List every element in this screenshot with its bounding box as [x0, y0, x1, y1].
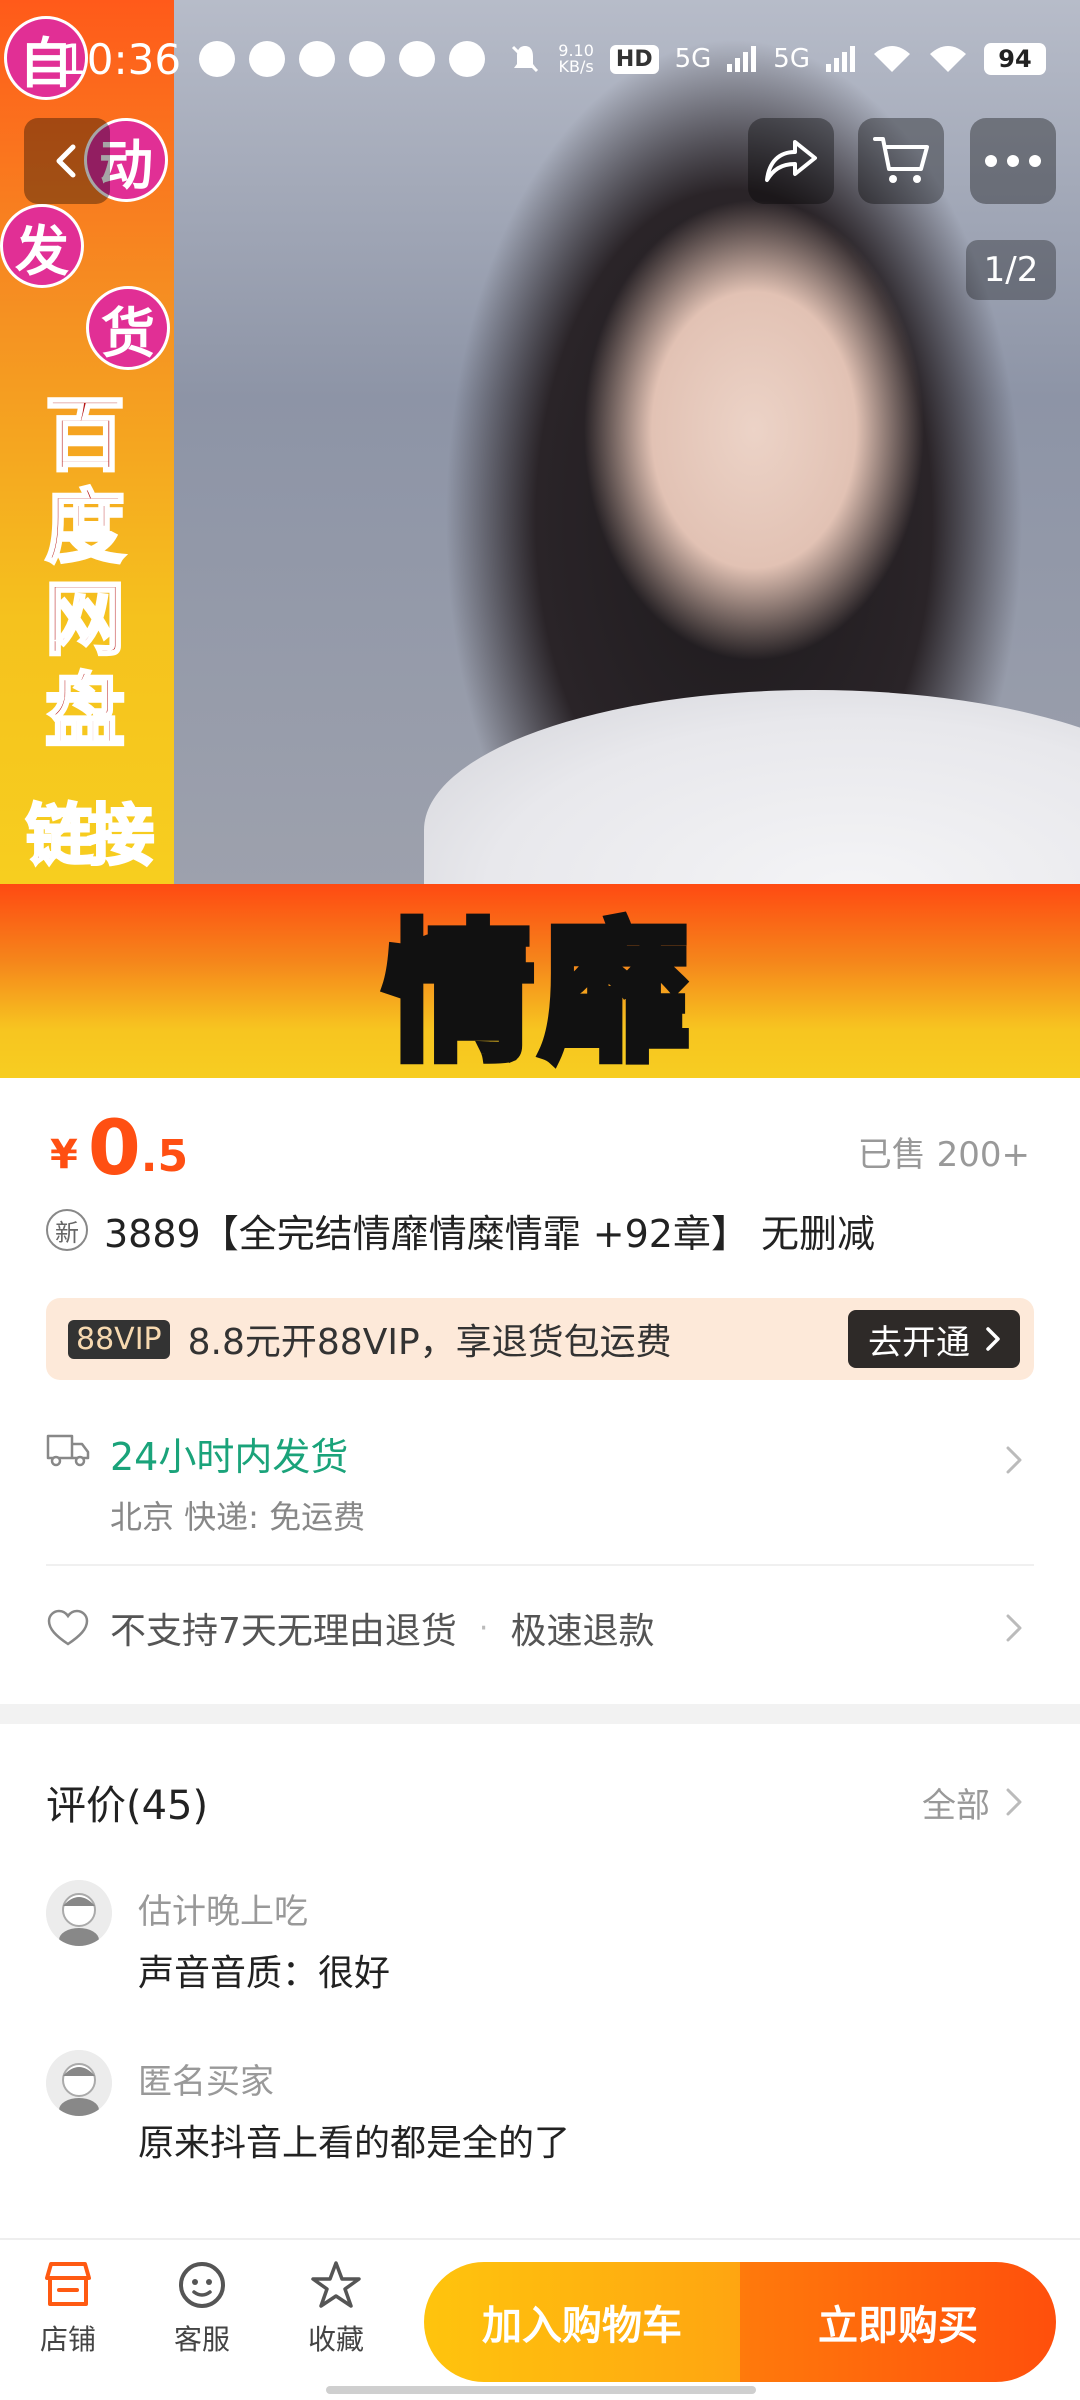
reviews-title: 评价(45) — [46, 1783, 209, 1829]
share-icon — [765, 140, 817, 182]
vertical-link-label: 链接 — [25, 796, 156, 876]
wechat-icon — [249, 41, 286, 77]
cart-button[interactable] — [858, 118, 944, 204]
home-indicator[interactable] — [326, 2386, 756, 2394]
banner-title: 情靡 — [380, 904, 696, 1079]
store-icon — [45, 2262, 91, 2306]
customer-service-icon — [179, 2262, 225, 2308]
vip-activate-button[interactable]: 去开通 — [848, 1310, 1020, 1368]
sold-count: 已售 200+ — [857, 1135, 1030, 1175]
chevron-right-icon — [1006, 1788, 1022, 1816]
title-banner: 情靡 — [0, 884, 1080, 1078]
buy-now-button[interactable]: 立即购买 — [740, 2262, 1056, 2382]
default-avatar-icon — [46, 1880, 112, 1946]
return-policy-row[interactable]: 不支持7天无理由退货 · 极速退款 — [46, 1588, 1034, 1668]
price-decimal: .5 — [140, 1131, 189, 1182]
heart-shield-icon — [47, 1609, 89, 1646]
bottom-action-bar: 店铺 客服 收藏 加入购物车 立即购买 — [0, 2238, 1080, 2400]
battery-indicator: 94 — [984, 43, 1046, 75]
signal-5g-1: 5G — [674, 44, 712, 74]
review-text: 声音音质：很好 — [138, 1953, 391, 1994]
signal-bars-icon — [727, 46, 757, 72]
photo-shirt — [424, 690, 1080, 890]
truck-icon — [46, 1434, 90, 1467]
tab-store[interactable]: 店铺 — [18, 2260, 118, 2370]
chevron-right-icon — [986, 1327, 1000, 1351]
image-page-indicator: 1/2 — [966, 240, 1056, 300]
review-text: 原来抖音上看的都是全的了 — [138, 2123, 571, 2164]
notification-icons — [199, 41, 486, 77]
shipping-details: 北京 快递: 免运费 — [110, 1498, 366, 1536]
tab-customer-service-label: 客服 — [173, 2323, 230, 2356]
back-button[interactable] — [24, 118, 110, 204]
chevron-right-icon — [1006, 1614, 1022, 1642]
tab-favorite-label: 收藏 — [307, 2323, 364, 2356]
wifi-icon — [930, 46, 966, 72]
vertical-char-1: 百 — [44, 388, 127, 483]
status-time: 10:36 — [60, 34, 182, 84]
price-row: ¥ 0 .5 已售 200+ — [50, 1106, 1030, 1186]
tab-favorite[interactable]: 收藏 — [286, 2260, 386, 2370]
reviews-header[interactable]: 评价(45) 全部 — [46, 1772, 1034, 1832]
chevron-right-icon — [1006, 1446, 1022, 1474]
tab-store-label: 店铺 — [39, 2323, 96, 2356]
reviewer-name: 估计晚上吃 — [138, 1892, 308, 1932]
separator-dot: · — [478, 1610, 489, 1646]
price-currency: ¥ — [50, 1132, 78, 1178]
hd-badge: HD — [609, 44, 659, 74]
product-photo — [174, 0, 1080, 890]
mute-bell-icon — [512, 45, 539, 73]
shipping-row[interactable]: 24小时内发货 北京 快递: 免运费 — [46, 1416, 1034, 1566]
review-item[interactable]: 匿名买家 原来抖音上看的都是全的了 — [46, 2050, 1034, 2200]
app-notification-icon — [349, 41, 386, 77]
shopping-cart-icon — [873, 137, 929, 183]
vertical-char-2: 度 — [44, 480, 127, 575]
status-bar: 10:36 9.10 KB/s HD 5G 5G 94 — [0, 0, 1080, 118]
status-right: 9.10 KB/s HD 5G 5G 94 — [508, 42, 1046, 76]
app-notification-icon — [449, 41, 486, 77]
return-policy-text: 不支持7天无理由退货 — [110, 1611, 457, 1652]
signal-5g-2: 5G — [773, 44, 810, 74]
qq-icon — [399, 41, 436, 77]
weibo-icon — [299, 41, 336, 77]
vip-logo: 88VIP — [68, 1319, 170, 1359]
add-to-cart-button[interactable]: 加入购物车 — [424, 2262, 740, 2382]
vertical-char-4: 盘 — [44, 664, 127, 759]
default-avatar-icon — [46, 2050, 112, 2116]
app-notification-icon — [199, 41, 236, 77]
vip-activate-label: 去开通 — [868, 1322, 970, 1363]
vip-promo-text: 8.8元开88VIP，享退货包运费 — [187, 1322, 672, 1363]
tab-customer-service[interactable]: 客服 — [152, 2260, 252, 2370]
chevron-left-icon — [56, 144, 76, 178]
wifi-icon — [874, 46, 910, 72]
network-speed: 9.10 KB/s — [558, 43, 594, 75]
avatar — [46, 2050, 112, 2116]
reviewer-name: 匿名买家 — [138, 2062, 274, 2102]
vertical-char-3: 网 — [44, 572, 127, 667]
vip-promo-banner[interactable]: 88VIP 8.8元开88VIP，享退货包运费 去开通 — [46, 1298, 1034, 1380]
share-button[interactable] — [748, 118, 834, 204]
new-tag-icon: 新 — [46, 1209, 88, 1251]
section-divider — [0, 1704, 1080, 1724]
product-title: 3889【全完结情靡情糜情霏 +92章】 无删减 — [104, 1211, 876, 1256]
net-speed-unit: KB/s — [558, 57, 594, 76]
badge-auto-3: 发 — [0, 204, 84, 288]
badge-auto-4: 货 — [86, 286, 170, 370]
star-icon — [311, 2261, 361, 2308]
signal-bars-icon — [826, 46, 855, 72]
avatar — [46, 1880, 112, 1946]
more-button[interactable] — [970, 118, 1056, 204]
fast-refund-text: 极速退款 — [510, 1611, 655, 1652]
shipping-time: 24小时内发货 — [110, 1435, 349, 1479]
more-dots-icon — [985, 155, 1041, 167]
vertical-promo-title: 百 度 网 盘 — [10, 388, 160, 759]
reviews-all-link[interactable]: 全部 — [922, 1778, 990, 1827]
product-title-row: 新 3889【全完结情靡情糜情霏 +92章】 无删减 — [46, 1200, 1040, 1260]
review-item[interactable]: 估计晚上吃 声音音质：很好 — [46, 1880, 1034, 2030]
price-integer: 0 — [87, 1103, 141, 1192]
